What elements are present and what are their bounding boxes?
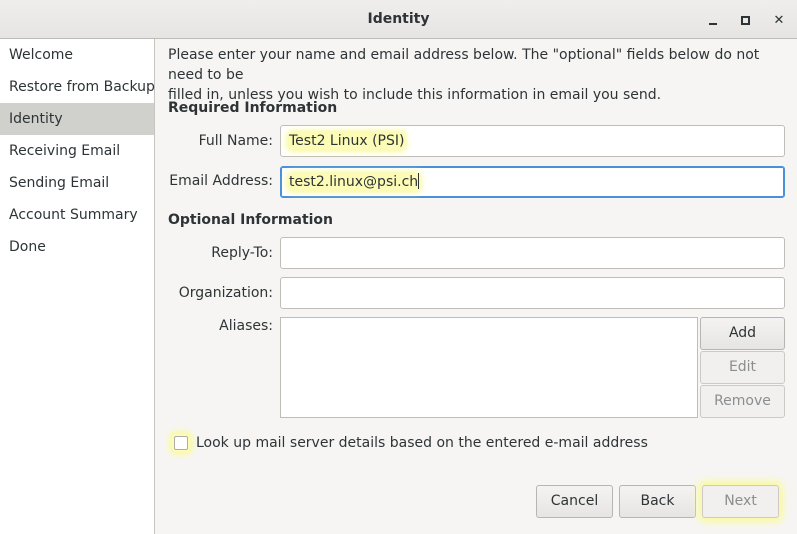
lookup-row: Look up mail server details based on the…	[172, 433, 648, 453]
sidebar-item-done[interactable]: Done	[0, 231, 154, 263]
remove-alias-button[interactable]: Remove	[700, 385, 785, 418]
close-icon: ✕	[773, 12, 785, 28]
sidebar-item-receiving-email[interactable]: Receiving Email	[0, 135, 154, 167]
maximize-button[interactable]	[734, 9, 756, 31]
next-button[interactable]: Next	[702, 485, 779, 518]
edit-alias-button[interactable]: Edit	[700, 351, 785, 384]
add-alias-button[interactable]: Add	[700, 317, 785, 350]
lookup-mail-server-label[interactable]: Look up mail server details based on the…	[196, 435, 648, 451]
aliases-label: Aliases:	[219, 318, 273, 334]
full-name-label: Full Name:	[198, 133, 273, 149]
email-address-label: Email Address:	[169, 173, 273, 189]
full-name-field[interactable]: Test2 Linux (PSI)	[280, 125, 785, 157]
aliases-list[interactable]	[280, 317, 698, 418]
full-name-value: Test2 Linux (PSI)	[289, 133, 405, 149]
optional-information-heading: Optional Information	[168, 212, 334, 228]
required-information-heading: Required Information	[168, 100, 338, 116]
minimize-icon	[709, 23, 717, 25]
identity-page: Please enter your name and email address…	[156, 39, 797, 534]
intro-text: Please enter your name and email address…	[168, 45, 793, 105]
sidebar-item-account-summary[interactable]: Account Summary	[0, 199, 154, 231]
cancel-button[interactable]: Cancel	[536, 485, 613, 518]
minimize-button[interactable]	[702, 9, 724, 31]
sidebar-item-restore-from-backup[interactable]: Restore from Backup	[0, 71, 155, 103]
email-address-value: test2.linux@psi.ch	[289, 174, 419, 190]
assistant-window: Identity ✕ Welcome Restore from Backup I…	[0, 0, 797, 534]
sidebar: Welcome Restore from Backup Identity Rec…	[0, 39, 155, 534]
maximize-icon	[740, 15, 750, 25]
sidebar-item-sending-email[interactable]: Sending Email	[0, 167, 154, 199]
email-address-field[interactable]: test2.linux@psi.ch	[280, 166, 785, 198]
organization-field[interactable]	[280, 277, 785, 309]
title-bar[interactable]: Identity ✕	[0, 0, 797, 39]
window-title: Identity	[367, 11, 430, 27]
close-button[interactable]: ✕	[768, 9, 790, 31]
back-button[interactable]: Back	[619, 485, 696, 518]
organization-label: Organization:	[178, 285, 273, 301]
sidebar-item-identity[interactable]: Identity	[0, 103, 154, 135]
sidebar-item-welcome[interactable]: Welcome	[0, 39, 154, 71]
lookup-mail-server-checkbox[interactable]	[174, 436, 188, 450]
intro-line-1: Please enter your name and email address…	[168, 47, 760, 83]
text-cursor	[418, 173, 420, 189]
reply-to-label: Reply-To:	[211, 245, 273, 261]
reply-to-field[interactable]	[280, 237, 785, 269]
